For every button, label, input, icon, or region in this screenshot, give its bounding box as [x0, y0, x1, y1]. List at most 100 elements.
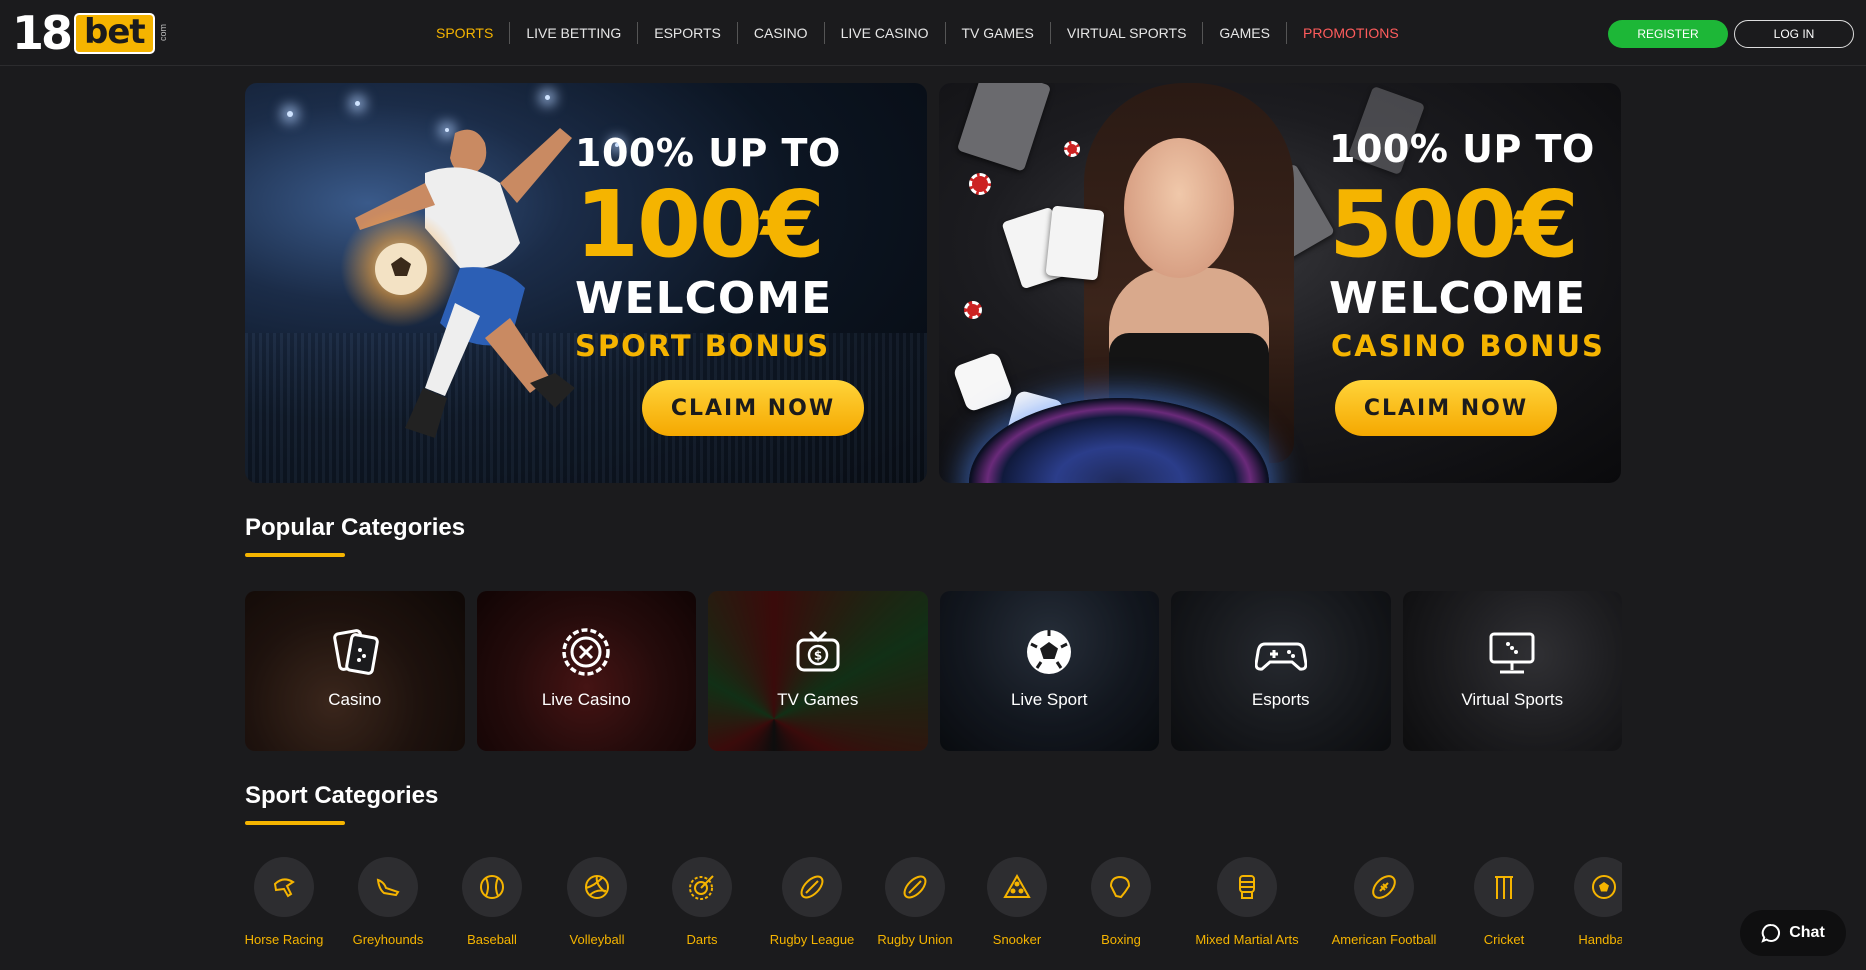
claim-now-button[interactable]: CLAIM NOW: [1335, 380, 1557, 436]
sport-item-rugby-league[interactable]: Rugby League: [767, 857, 857, 947]
soccer-ball-image: [375, 243, 427, 295]
nav-virtual-sports[interactable]: VIRTUAL SPORTS: [1049, 22, 1203, 44]
nav-casino[interactable]: CASINO: [736, 22, 824, 44]
banner-welcome: WELCOME: [575, 273, 833, 324]
sport-label: Handball: [1578, 932, 1622, 947]
sport-label: Snooker: [992, 932, 1042, 947]
category-label: Casino: [328, 690, 382, 709]
chat-button[interactable]: Chat: [1740, 910, 1846, 956]
register-button[interactable]: REGISTER: [1608, 20, 1728, 48]
sport-item-snooker[interactable]: Snooker: [985, 857, 1049, 947]
sport-label: Darts: [686, 932, 718, 947]
banner-amount: 500€: [1329, 171, 1579, 278]
category-tile-tv-games[interactable]: $ TV Games: [708, 591, 928, 751]
banner-welcome: WELCOME: [1329, 273, 1587, 324]
casino-chip-image: [1064, 141, 1080, 157]
nav-promotions[interactable]: PROMOTIONS: [1286, 22, 1415, 44]
dice-image: [952, 351, 1014, 413]
sport-icon-circle: [672, 857, 732, 917]
chat-label: Chat: [1789, 924, 1825, 941]
sport-icon-circle: [1217, 857, 1277, 917]
sport-categories-list: Horse Racing Greyhounds Baseball Volleyb…: [245, 857, 1622, 970]
claim-now-button[interactable]: CLAIM NOW: [642, 380, 864, 436]
sport-item-baseball[interactable]: Baseball: [462, 857, 522, 947]
sport-icon-circle: [567, 857, 627, 917]
soccer-ball-icon: [1027, 630, 1072, 674]
sport-label: Horse Racing: [245, 932, 324, 947]
sport-label: American Football: [1331, 932, 1437, 947]
casino-chip-image: [969, 173, 991, 195]
stadium-light: [545, 95, 550, 100]
boxing-glove-icon: [1109, 875, 1131, 899]
sport-icon-circle: [1354, 857, 1414, 917]
dartboard-icon: [689, 875, 714, 900]
sport-item-rugby-union[interactable]: Rugby Union: [875, 857, 955, 947]
popular-categories-title: Popular Categories: [245, 514, 466, 541]
sport-icon-circle: [782, 857, 842, 917]
sport-icon-circle: [1574, 857, 1622, 917]
popular-categories-list: Casino Live Casino $ TV Games Live Sport: [245, 591, 1622, 751]
sport-item-greyhounds[interactable]: Greyhounds: [348, 857, 428, 947]
greyhound-icon: [376, 878, 400, 897]
playing-card-image: [1045, 205, 1105, 281]
sport-icon-circle: [987, 857, 1047, 917]
banner-amount: 100€: [575, 171, 825, 278]
banner-bonus-type: SPORT BONUS: [575, 329, 831, 363]
nav-games[interactable]: GAMES: [1202, 22, 1286, 44]
cricket-wicket-icon: [1495, 876, 1513, 899]
sport-label: Baseball: [467, 932, 517, 947]
nav-tv-games[interactable]: TV GAMES: [944, 22, 1050, 44]
horse-icon: [273, 878, 295, 898]
sport-icon-circle: [885, 857, 945, 917]
main-nav: SPORTS LIVE BETTING ESPORTS CASINO LIVE …: [420, 22, 1415, 44]
sport-item-horse-racing[interactable]: Horse Racing: [245, 857, 324, 947]
gamepad-icon: [1254, 642, 1307, 671]
cards-icon: [332, 629, 379, 675]
category-tile-esports[interactable]: Esports: [1171, 591, 1391, 751]
chat-bubble-icon: [1761, 923, 1781, 943]
snooker-balls-icon: [1003, 873, 1031, 898]
sport-item-mma[interactable]: Mixed Martial Arts: [1191, 857, 1303, 947]
handball-icon: [1592, 875, 1616, 899]
category-tile-live-sport[interactable]: Live Sport: [939, 591, 1159, 751]
login-button[interactable]: LOG IN: [1734, 20, 1854, 48]
nav-sports[interactable]: SPORTS: [420, 22, 509, 44]
tv-dollar-icon: $: [796, 630, 840, 672]
logo-suffix: com: [157, 24, 168, 42]
sport-label: Mixed Martial Arts: [1195, 932, 1299, 947]
american-football-icon: [1372, 875, 1396, 899]
sport-label: Volleyball: [569, 932, 625, 947]
sport-item-cricket[interactable]: Cricket: [1472, 857, 1536, 947]
sport-item-volleyball[interactable]: Volleyball: [565, 857, 629, 947]
sport-label: Rugby League: [769, 932, 855, 947]
sport-item-handball[interactable]: Handball: [1572, 857, 1622, 947]
category-label: Live Sport: [1010, 690, 1088, 709]
sport-item-american-football[interactable]: American Football: [1326, 857, 1442, 947]
sport-icon-circle: [462, 857, 522, 917]
sport-icon-circle: [1091, 857, 1151, 917]
sport-bonus-banner[interactable]: 100% UP TO 100€ WELCOME SPORT BONUS CLAI…: [245, 83, 927, 483]
rugby-ball-icon: [800, 875, 824, 899]
sport-label: Rugby Union: [877, 932, 953, 947]
category-label: Live Casino: [541, 690, 631, 709]
playing-card-image: [956, 83, 1052, 172]
rugby-ball-icon: [903, 875, 927, 899]
category-tile-virtual-sports[interactable]: Virtual Sports: [1402, 591, 1622, 751]
category-tile-live-casino[interactable]: Live Casino: [476, 591, 696, 751]
category-tile-casino[interactable]: Casino: [245, 591, 465, 751]
svg-text:$: $: [814, 649, 822, 663]
nav-esports[interactable]: ESPORTS: [637, 22, 737, 44]
banner-bonus-type: CASINO BONUS: [1331, 329, 1605, 363]
sport-icon-circle: [358, 857, 418, 917]
casino-bonus-banner[interactable]: 100% UP TO 500€ WELCOME CASINO BONUS CLA…: [939, 83, 1621, 483]
sport-item-boxing[interactable]: Boxing: [1089, 857, 1153, 947]
banner-headline: 100% UP TO: [575, 131, 841, 175]
banner-headline: 100% UP TO: [1329, 127, 1595, 171]
nav-live-casino[interactable]: LIVE CASINO: [823, 22, 945, 44]
site-logo[interactable]: 18 bet com: [12, 10, 168, 56]
sport-item-darts[interactable]: Darts: [670, 857, 734, 947]
category-label: Virtual Sports: [1461, 690, 1564, 709]
roulette-chip-icon: [562, 628, 610, 676]
baseball-icon: [480, 875, 504, 899]
nav-live-betting[interactable]: LIVE BETTING: [509, 22, 637, 44]
